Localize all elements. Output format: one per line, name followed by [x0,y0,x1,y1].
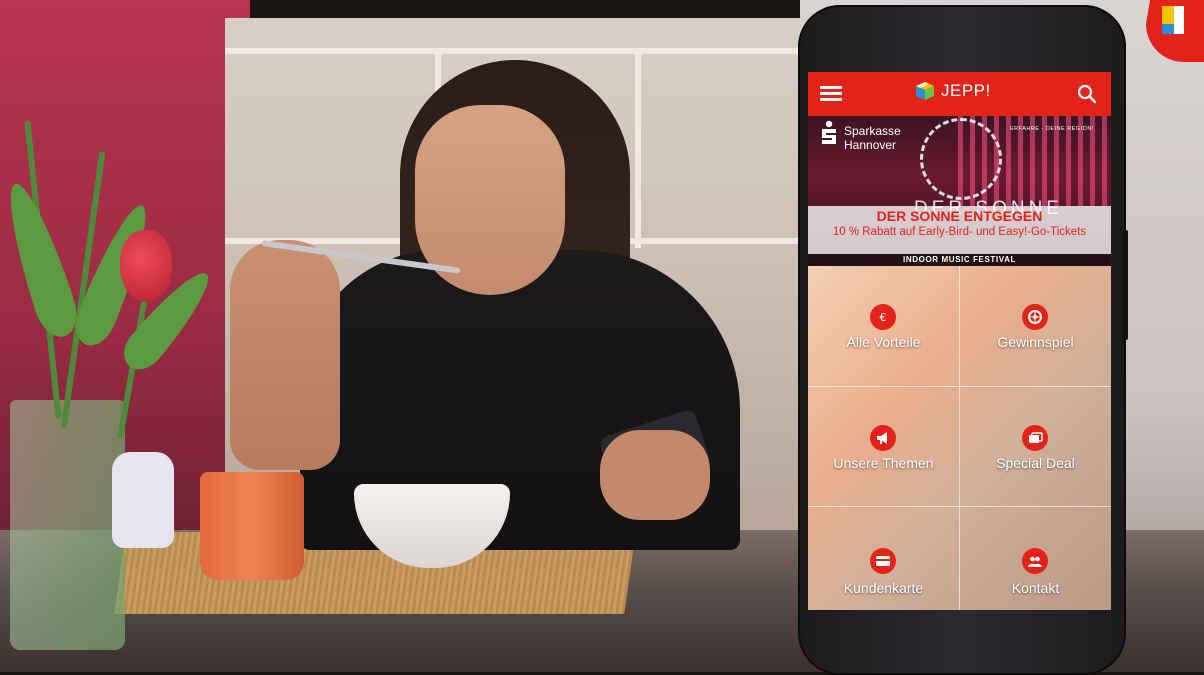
tile-gewinnspiel[interactable]: Gewinnspiel [960,266,1111,386]
cards-icon [1022,425,1048,451]
woman-arm [230,240,340,470]
promo-banner[interactable]: Sparkasse Hannover ERFAHRE - DEINE REGIO… [808,116,1111,266]
tile-label: Kontakt [1011,580,1060,596]
banner-tagline: ERFAHRE - DEINE REGION! [1010,126,1094,132]
phone-side-button [1122,230,1128,340]
app-title: JEPP! [941,81,991,100]
gift-box-icon [916,82,934,100]
banner-subline: 10 % Rabatt auf Early-Bird- und Easy!-Go… [832,226,1087,238]
app-screen: JEPP! Sparkasse Hannover ERFAHRE - DEINE… [808,72,1111,610]
svg-text:€: € [880,311,887,324]
menu-tile-grid: € Alle Vorteile Gewinnspiel Unsere Theme… [808,266,1111,610]
tile-kontakt[interactable]: Kontakt [960,508,1111,610]
tile-label: Kundenkarte [843,580,924,596]
banner-headline: DER SONNE ENTGEGEN [876,208,1043,224]
festival-logo-circle [920,118,1002,200]
banner-footer-text: INDOOR MUSIC FESTIVAL [903,255,1016,264]
customer-card-icon [870,548,896,574]
tile-label: Gewinnspiel [997,334,1074,350]
contacts-icon [1022,548,1048,574]
ceramic-jug [112,452,174,548]
sponsor-line-1: Sparkasse [844,124,901,138]
euro-coin-icon: € [870,304,896,330]
orange-cup [200,472,304,580]
sparkasse-logo-icon [822,120,836,144]
tile-alle-vorteile[interactable]: € Alle Vorteile [808,266,959,386]
tile-kundenkarte[interactable]: Kundenkarte [808,508,959,610]
tile-label: Alle Vorteile [846,334,921,350]
app-bar: JEPP! [808,72,1111,116]
tile-label: Special Deal [996,455,1075,471]
app-brand: JEPP! [914,80,991,102]
tile-special-deal[interactable]: Special Deal [960,387,1111,507]
red-tulip [120,230,172,302]
sponsor-line-2: Hannover [844,138,897,152]
corner-brand-logo [1146,0,1204,62]
woman-hand [600,430,710,520]
search-icon[interactable] [1076,83,1098,105]
prize-wheel-icon [1022,304,1048,330]
glass-vase [10,400,125,650]
tile-label: Unsere Themen [833,455,934,471]
megaphone-icon [870,425,896,451]
hamburger-menu-icon[interactable] [820,83,842,105]
sponsor-name: Sparkasse Hannover [844,124,901,152]
tile-unsere-themen[interactable]: Unsere Themen [808,387,959,507]
